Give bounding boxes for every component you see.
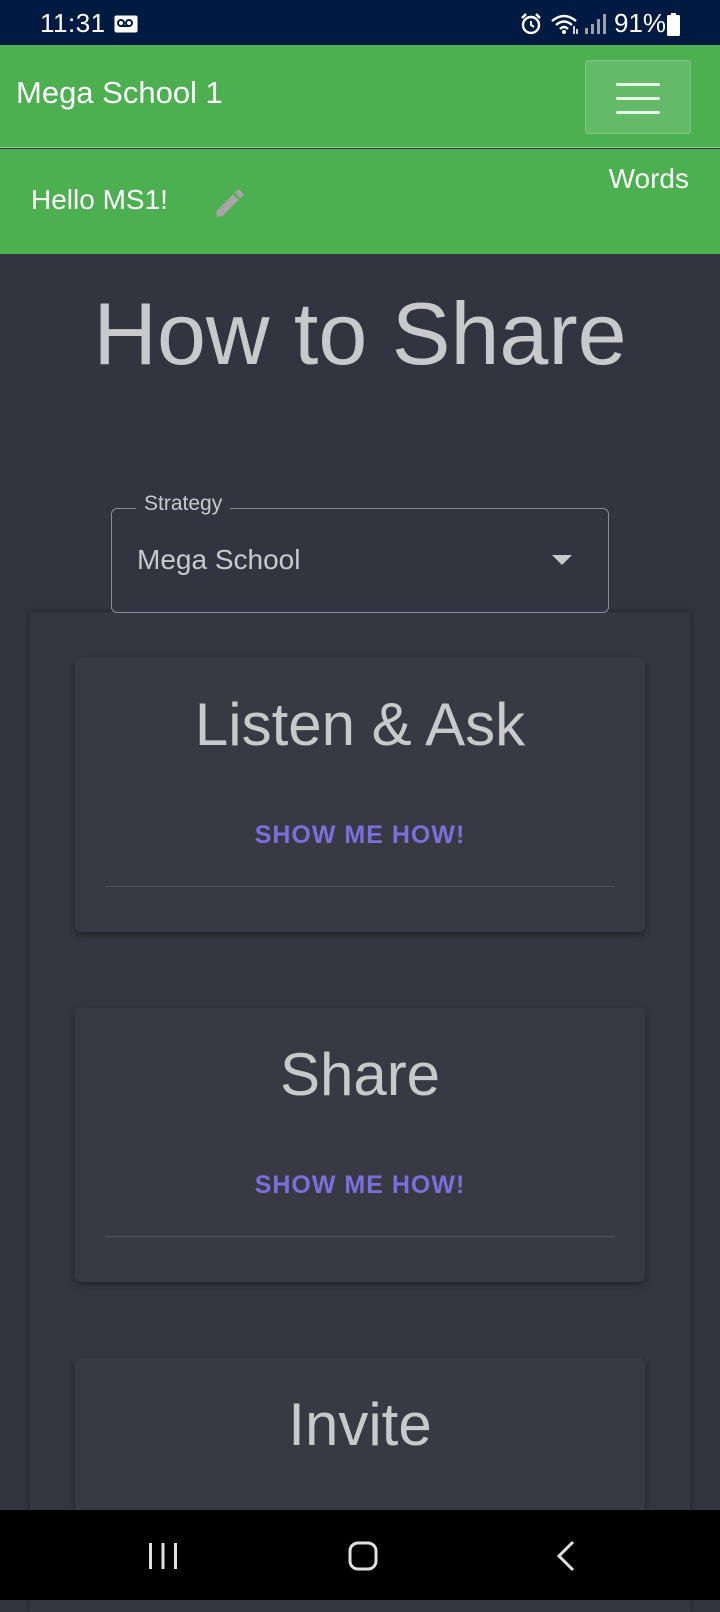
card-divider [105,1236,615,1237]
status-time: 11:31 [40,8,106,38]
show-me-how-button[interactable]: SHOW ME HOW! [75,1170,645,1200]
pencil-icon[interactable] [212,185,248,221]
app-bar: Mega School 1 [0,45,720,148]
card-divider [105,886,615,887]
strategy-value: Mega School [137,544,301,575]
card-share: Share SHOW ME HOW! [75,1008,645,1282]
hamburger-menu-icon [616,83,660,114]
strategy-label: Strategy [136,491,231,517]
battery-icon [667,13,680,36]
navigation-bar [0,1510,720,1600]
card-listen-ask: Listen & Ask SHOW ME HOW! [75,658,645,932]
status-bar: 11:31 91% [0,0,720,45]
card-title: Invite [288,1391,432,1458]
card-title: Share [279,1041,441,1108]
wifi-icon [551,14,578,34]
signal-icon [585,14,606,34]
back-icon[interactable] [556,1540,576,1572]
alarm-icon [521,13,541,35]
sub-bar: Hello MS1! Words [0,149,720,254]
card-title: Listen & Ask [194,691,526,758]
words-link[interactable]: Words [609,163,689,195]
page-title: How to Share [93,284,627,383]
home-icon[interactable] [348,1541,378,1571]
strategy-select[interactable]: Strategy Mega School [111,491,609,613]
app-title: Mega School 1 [16,75,223,110]
menu-button[interactable] [585,60,691,134]
recent-apps-icon[interactable] [148,1542,178,1570]
dropdown-arrow-icon [552,555,572,565]
battery-level: 91% [614,8,667,38]
voicemail-icon [114,15,138,33]
greeting-text: Hello MS1! [31,184,168,215]
show-me-how-button[interactable]: SHOW ME HOW! [75,820,645,850]
